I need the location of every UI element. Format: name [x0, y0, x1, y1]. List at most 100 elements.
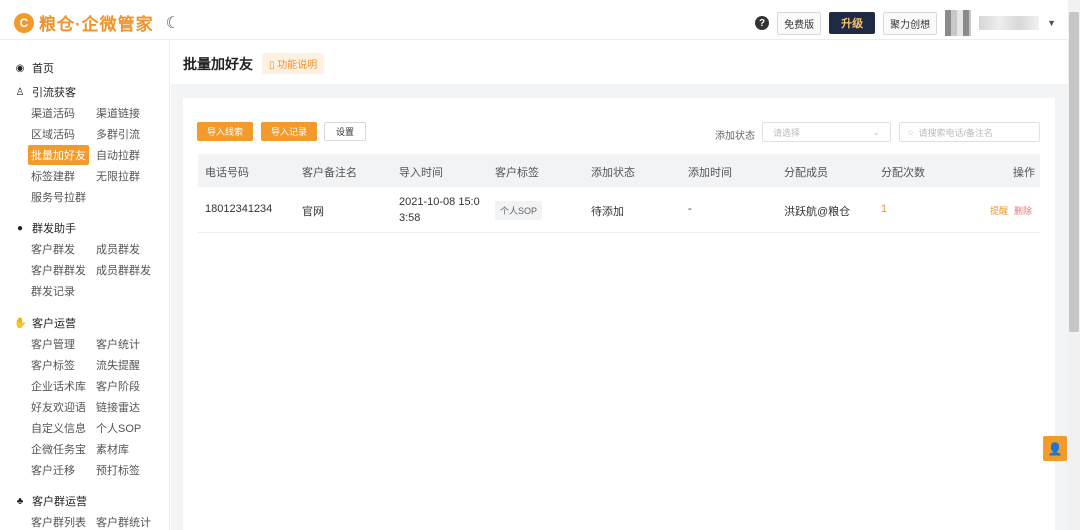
sidebar-item[interactable]: 成员群发	[96, 241, 140, 257]
sidebar-item-active[interactable]: 批量加好友	[28, 145, 89, 165]
user-icon: ♙	[15, 86, 25, 98]
page-header: 批量加好友 ▯ 功能说明	[171, 40, 1068, 84]
sidebar-item[interactable]: 区域活码	[31, 126, 75, 142]
sidebar-item[interactable]: 流失提醒	[96, 357, 140, 373]
column-header: 客户备注名	[302, 167, 357, 179]
status-filter-label: 添加状态	[715, 131, 755, 142]
customer-tag-badge: 个人SOP	[495, 201, 543, 220]
help-icon[interactable]: ?	[755, 16, 770, 30]
sidebar-section-title: 客户群运营	[32, 496, 87, 508]
column-header: 电话号码	[205, 167, 249, 179]
member-cell: 洪跃航@粮仓	[784, 206, 851, 218]
column-header: 添加时间	[688, 167, 732, 179]
phone-cell: 18012341234	[205, 203, 273, 215]
select-placeholder: 请选择	[773, 127, 801, 138]
sidebar: ◉ 首页 ♙ 引流获客 渠道活码 渠道链接 区域活码 多群引流 批量加好友 自动…	[0, 40, 170, 530]
add-time-cell: -	[688, 203, 692, 215]
delete-button[interactable]: 删除	[1014, 204, 1032, 217]
app-name: 粮仓·企微管家	[39, 15, 154, 34]
person-icon: 👤	[1047, 441, 1063, 456]
status-cell: 待添加	[591, 206, 624, 218]
main-content: 批量加好友 ▯ 功能说明 导入线索 导入记录 设置 添加状态 请选择 ⌄ ○ 请…	[171, 40, 1068, 530]
sidebar-section-group-ops[interactable]: ♣ 客户群运营	[14, 493, 87, 509]
import-time-cell: 2021-10-08 15:0 3:58	[399, 194, 480, 226]
sidebar-item[interactable]: 客户群列表	[31, 514, 86, 530]
sidebar-item[interactable]: 个人SOP	[96, 420, 141, 436]
chevron-down-icon: ⌄	[872, 126, 880, 137]
help-doc-link[interactable]: ▯ 功能说明	[262, 53, 325, 74]
column-header: 操作	[1013, 167, 1035, 179]
sidebar-item[interactable]: 客户迁移	[31, 462, 75, 478]
app-logo[interactable]: C 粮仓·企微管家 ☾	[14, 10, 180, 35]
sidebar-section-title: 客户运营	[32, 318, 76, 330]
upgrade-button[interactable]: 升级	[829, 12, 876, 34]
column-header: 客户标签	[495, 167, 539, 179]
search-placeholder: 请搜索电话/备注名	[918, 127, 993, 138]
top-bar: C 粮仓·企微管家 ☾ ? 免费版 升级 聚力创想 ▼	[0, 0, 1068, 40]
sidebar-item[interactable]: 客户标签	[31, 357, 75, 373]
plan-badge: 免费版	[777, 11, 822, 35]
sidebar-item[interactable]: 标签建群	[31, 168, 75, 184]
sidebar-item[interactable]: 客户统计	[96, 336, 140, 352]
sidebar-item[interactable]: 多群引流	[96, 126, 140, 142]
sidebar-item[interactable]: 客户管理	[31, 336, 75, 352]
sidebar-section-title: 引流获客	[32, 87, 76, 99]
scrollbar-thumb[interactable]	[1069, 12, 1079, 332]
user-name-blurred[interactable]	[979, 16, 1040, 30]
leads-table: 电话号码 客户备注名 导入时间 客户标签 添加状态 添加时间 分配成员 分配次数…	[198, 154, 1040, 233]
import-time-line: 3:58	[399, 212, 421, 224]
company-tag[interactable]: 聚力创想	[883, 11, 938, 35]
help-doc-label: 功能说明	[277, 60, 318, 71]
sidebar-item-label: 首页	[32, 63, 54, 75]
table-row: 18012341234 官网 2021-10-08 15:0 3:58 个人SO…	[198, 187, 1040, 233]
sidebar-item[interactable]: 客户群群发	[31, 262, 86, 278]
sidebar-item[interactable]: 群发记录	[31, 283, 75, 299]
search-icon: ○	[908, 127, 914, 137]
column-header: 添加状态	[591, 167, 635, 179]
sidebar-item[interactable]: 企业话术库	[31, 378, 86, 394]
sidebar-section-title: 群发助手	[32, 223, 76, 235]
avatar[interactable]	[945, 10, 972, 36]
sidebar-item[interactable]: 无限拉群	[96, 168, 140, 184]
sidebar-section-broadcast[interactable]: ● 群发助手	[14, 220, 76, 236]
sidebar-item[interactable]: 客户群统计	[96, 514, 151, 530]
column-header: 分配成员	[784, 167, 828, 179]
sidebar-item[interactable]: 素材库	[96, 441, 129, 457]
sidebar-item[interactable]: 渠道链接	[96, 105, 140, 121]
sidebar-item[interactable]: 企微任务宝	[31, 441, 86, 457]
sidebar-item-home[interactable]: ◉ 首页	[14, 60, 54, 76]
sidebar-item[interactable]: 预打标签	[96, 462, 140, 478]
settings-button[interactable]: 设置	[324, 122, 367, 141]
org-chart-icon: ♣	[16, 495, 24, 507]
table-header: 电话号码 客户备注名 导入时间 客户标签 添加状态 添加时间 分配成员 分配次数…	[198, 154, 1040, 187]
assign-count-cell: 1	[881, 203, 888, 215]
chevron-down-icon[interactable]: ▼	[1047, 18, 1056, 28]
import-leads-button[interactable]: 导入线索	[197, 122, 254, 141]
sidebar-item[interactable]: 服务号拉群	[31, 189, 86, 205]
sidebar-item[interactable]: 渠道活码	[31, 105, 75, 121]
sidebar-item[interactable]: 自定义信息	[31, 420, 86, 436]
sidebar-item[interactable]: 客户群发	[31, 241, 75, 257]
dark-mode-icon[interactable]: ☾	[166, 13, 180, 33]
remark-cell: 官网	[302, 206, 324, 218]
sidebar-section-customer-ops[interactable]: ✋ 客户运营	[14, 315, 76, 331]
content-card: 导入线索 导入记录 设置 添加状态 请选择 ⌄ ○ 请搜索电话/备注名 电话号码…	[183, 98, 1055, 530]
sidebar-section-acquisition[interactable]: ♙ 引流获客	[14, 84, 76, 100]
import-records-button[interactable]: 导入记录	[261, 122, 318, 141]
status-select[interactable]: 请选择 ⌄	[762, 122, 891, 142]
search-input[interactable]: ○ 请搜索电话/备注名	[899, 122, 1040, 142]
dashboard-icon: ◉	[15, 62, 25, 74]
column-header: 导入时间	[399, 167, 443, 179]
sidebar-item[interactable]: 自动拉群	[96, 147, 140, 163]
sidebar-item[interactable]: 客户阶段	[96, 378, 140, 394]
import-time-line: 2021-10-08 15:0	[399, 196, 480, 208]
sidebar-item[interactable]: 成员群群发	[96, 262, 151, 278]
top-right-actions: ? 免费版 升级 聚力创想 ▼	[755, 10, 1056, 36]
logo-icon: C	[14, 12, 34, 33]
page-title: 批量加好友	[183, 56, 253, 72]
chat-icon: ●	[16, 222, 24, 234]
sidebar-item[interactable]: 链接雷达	[96, 399, 140, 415]
remind-button[interactable]: 提醒	[990, 204, 1008, 217]
sidebar-item[interactable]: 好友欢迎语	[31, 399, 86, 415]
customer-service-button[interactable]: 👤	[1043, 436, 1067, 461]
